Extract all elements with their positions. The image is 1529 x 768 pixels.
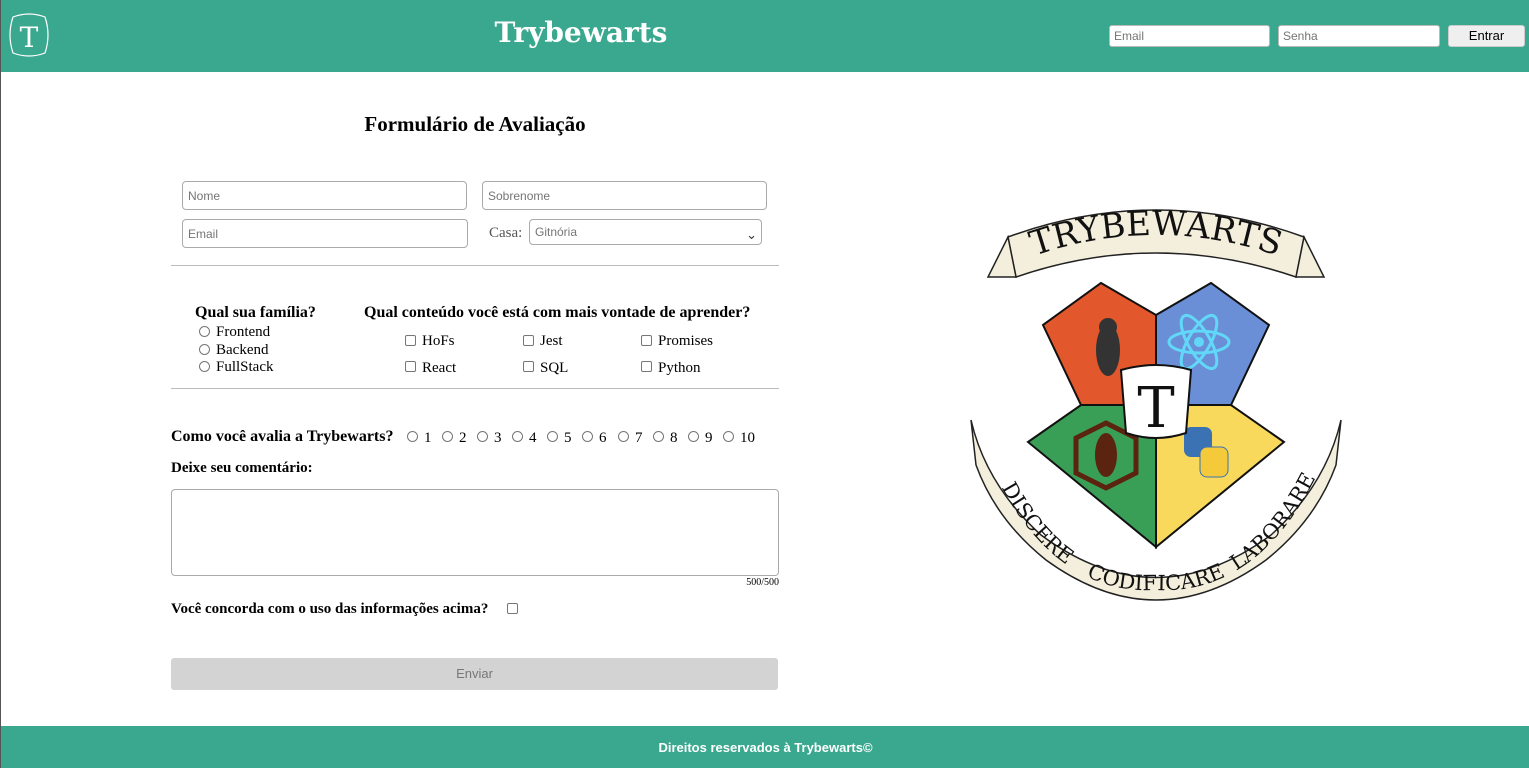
character-counter: 500/500 — [746, 577, 779, 588]
first-name-input[interactable] — [182, 181, 467, 210]
rating-label-9: 9 — [705, 430, 713, 446]
house-selected-value: Gitnória — [535, 225, 578, 239]
rating-radio-6[interactable] — [582, 431, 593, 442]
divider — [171, 265, 779, 266]
rating-label-1: 1 — [424, 430, 432, 446]
rating-label-7: 7 — [635, 430, 643, 446]
svg-text:LABORARE: LABORARE — [1226, 469, 1321, 575]
rating-radio-4[interactable] — [512, 431, 523, 442]
content-checkbox-react[interactable] — [405, 361, 416, 372]
content-label-promises: Promises — [658, 333, 714, 349]
family-radio-frontend[interactable] — [199, 326, 210, 337]
house-select[interactable]: Gitnória ⌄ — [529, 219, 762, 245]
content-checkbox-jest[interactable] — [523, 335, 534, 346]
rating-radio-2[interactable] — [442, 431, 453, 442]
rating-radio-3[interactable] — [477, 431, 488, 442]
rating-label-10: 10 — [740, 430, 755, 446]
rating-radio-1[interactable] — [407, 431, 418, 442]
login-button[interactable]: Entrar — [1448, 25, 1525, 47]
comment-textarea[interactable] — [171, 489, 779, 576]
last-name-input[interactable] — [482, 181, 767, 210]
family-question: Qual sua família? — [195, 304, 316, 321]
rating-label-2: 2 — [459, 430, 467, 446]
rating-radio-5[interactable] — [547, 431, 558, 442]
login-password-input[interactable] — [1278, 25, 1440, 47]
chevron-down-icon: ⌄ — [746, 227, 757, 242]
content-label-sql: SQL — [540, 360, 569, 376]
svg-text:T: T — [20, 21, 39, 54]
family-label-fullstack: FullStack — [216, 359, 274, 375]
rating-radio-9[interactable] — [688, 431, 699, 442]
family-radio-backend[interactable] — [199, 344, 210, 355]
submit-button[interactable]: Enviar — [171, 658, 778, 690]
content-checkbox-hofs[interactable] — [405, 335, 416, 346]
family-label-frontend: Frontend — [216, 324, 271, 340]
rating-label-5: 5 — [564, 430, 572, 446]
rating-label-8: 8 — [670, 430, 678, 446]
comment-label: Deixe seu comentário: — [171, 460, 313, 476]
rating-radio-10[interactable] — [723, 431, 734, 442]
rating-radio-8[interactable] — [653, 431, 664, 442]
rating-question: Como você avalia a Trybewarts? — [171, 428, 394, 445]
header: T Trybewarts Entrar — [1, 0, 1529, 72]
family-label-backend: Backend — [216, 342, 269, 358]
login-email-input[interactable] — [1109, 25, 1270, 47]
trybewarts-logo: T — [9, 13, 49, 57]
email-input[interactable] — [182, 219, 468, 248]
svg-text:TRYBEWARTS: TRYBEWARTS — [1025, 204, 1287, 265]
rating-label-4: 4 — [529, 430, 537, 446]
footer-copyright: Direitos reservados à Trybewarts© — [658, 740, 873, 755]
family-radio-fullstack[interactable] — [199, 361, 210, 372]
form-title: Formulário de Avaliação — [364, 112, 586, 136]
content-label-react: React — [422, 360, 457, 376]
footer: Direitos reservados à Trybewarts© — [1, 726, 1529, 768]
divider — [171, 388, 779, 389]
content-checkbox-sql[interactable] — [523, 361, 534, 372]
trybewarts-crest-image: TRYBEWARTS DISCERE CODIFICARE LABORARE T — [970, 204, 1342, 601]
content-label-jest: Jest — [540, 333, 563, 349]
content-question: Qual conteúdo você está com mais vontade… — [364, 304, 751, 321]
agreement-checkbox[interactable] — [507, 603, 518, 614]
rating-radio-7[interactable] — [618, 431, 629, 442]
agreement-label: Você concorda com o uso das informações … — [171, 601, 489, 617]
house-label: Casa: — [489, 225, 523, 241]
rating-label-3: 3 — [494, 430, 502, 446]
content-checkbox-promises[interactable] — [641, 335, 652, 346]
content-label-python: Python — [658, 360, 701, 376]
content-checkbox-python[interactable] — [641, 361, 652, 372]
svg-text:T: T — [1137, 376, 1174, 441]
site-title: Trybewarts — [494, 16, 668, 49]
rating-label-6: 6 — [599, 430, 607, 446]
content-label-hofs: HoFs — [422, 333, 455, 349]
